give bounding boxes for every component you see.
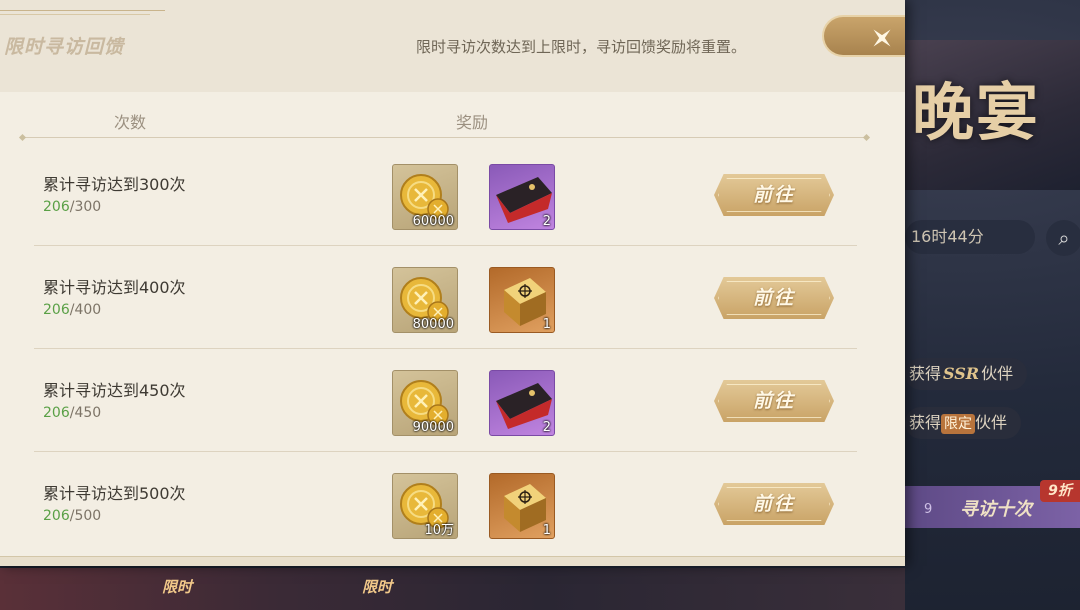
bottom-banner-label-1: 限时 (162, 578, 193, 596)
row-title: 累计寻访达到500次 (43, 484, 186, 503)
reward-item-box[interactable]: 1 (489, 473, 555, 539)
close-button[interactable] (822, 15, 905, 57)
item-quantity: 2 (542, 420, 551, 435)
search-icon[interactable]: ⌕ (1046, 220, 1080, 256)
reward-row: 累计寻访达到450次 206/450 90000 2 前往 (0, 349, 905, 452)
progress-total: /500 (69, 508, 102, 524)
column-header-reward: 奖励 (456, 113, 489, 132)
progress-current: 206 (43, 302, 70, 318)
event-timer: 16时44分 (905, 220, 1035, 254)
reward-row: 累计寻访达到300次 206/300 60000 2 前往 (0, 143, 905, 246)
progress-total: /400 (69, 302, 102, 318)
coin-quantity: 10万 (424, 523, 454, 538)
header-divider (22, 137, 867, 138)
row-progress: 206/300 (43, 199, 101, 215)
row-progress: 206/400 (43, 302, 101, 318)
item-quantity: 1 (542, 317, 551, 332)
coin-quantity: 80000 (412, 317, 454, 332)
header-decoration (0, 14, 150, 15)
reward-row: 累计寻访达到500次 206/500 10万 1 前往 (0, 452, 905, 555)
close-icon (873, 29, 891, 47)
progress-total: /450 (69, 405, 102, 421)
progress-current: 206 (43, 405, 70, 421)
row-progress: 206/500 (43, 508, 101, 524)
reward-row: 累计寻访达到400次 206/400 80000 1 前往 (0, 246, 905, 349)
panel-notice: 限时寻访次数达到上限时，寻访回馈奖励将重置。 (416, 38, 747, 56)
panel-header: 限时寻访回馈 限时寻访次数达到上限时，寻访回馈奖励将重置。 (0, 0, 905, 92)
go-button[interactable]: 前往 (714, 174, 834, 216)
go-button[interactable]: 前往 (714, 277, 834, 319)
go-button[interactable]: 前往 (714, 483, 834, 525)
reward-item-envelope[interactable]: 2 (489, 164, 555, 230)
reward-item-coin[interactable]: 60000 (392, 164, 458, 230)
header-decoration (0, 10, 165, 11)
event-banner-title: 晚宴 (912, 76, 1041, 149)
row-title: 累计寻访达到300次 (43, 175, 186, 194)
bottom-banner-label-2: 限时 (362, 578, 393, 596)
reward-item-coin[interactable]: 90000 (392, 370, 458, 436)
bottom-banner-strip (0, 568, 905, 610)
discount-badge: 9折 (1040, 480, 1080, 502)
progress-current: 206 (43, 199, 70, 215)
reward-item-coin[interactable]: 10万 (392, 473, 458, 539)
row-title: 累计寻访达到400次 (43, 278, 186, 297)
coin-quantity: 60000 (412, 214, 454, 229)
item-quantity: 2 (542, 214, 551, 229)
row-title: 累计寻访达到450次 (43, 381, 186, 400)
progress-current: 206 (43, 508, 70, 524)
item-quantity: 1 (542, 523, 551, 538)
progress-total: /300 (69, 199, 102, 215)
reward-item-box[interactable]: 1 (489, 267, 555, 333)
limited-partner-chip: 获得 限定 伙伴 (905, 407, 1022, 439)
column-header-count: 次数 (114, 113, 147, 132)
ten-pull-cost: 9 (924, 502, 933, 517)
go-button[interactable]: 前往 (714, 380, 834, 422)
coin-quantity: 90000 (412, 420, 454, 435)
panel-title: 限时寻访回馈 (4, 36, 125, 58)
row-progress: 206/450 (43, 405, 101, 421)
reward-panel: 限时寻访回馈 限时寻访次数达到上限时，寻访回馈奖励将重置。 次数 奖励 累计寻访… (0, 0, 905, 566)
panel-bottom-edge (0, 556, 905, 566)
ten-pull-label: 寻访十次 (960, 499, 1032, 520)
ssr-partner-chip: 获得 SSR 伙伴 (905, 358, 1028, 390)
reward-item-envelope[interactable]: 2 (489, 370, 555, 436)
reward-item-coin[interactable]: 80000 (392, 267, 458, 333)
